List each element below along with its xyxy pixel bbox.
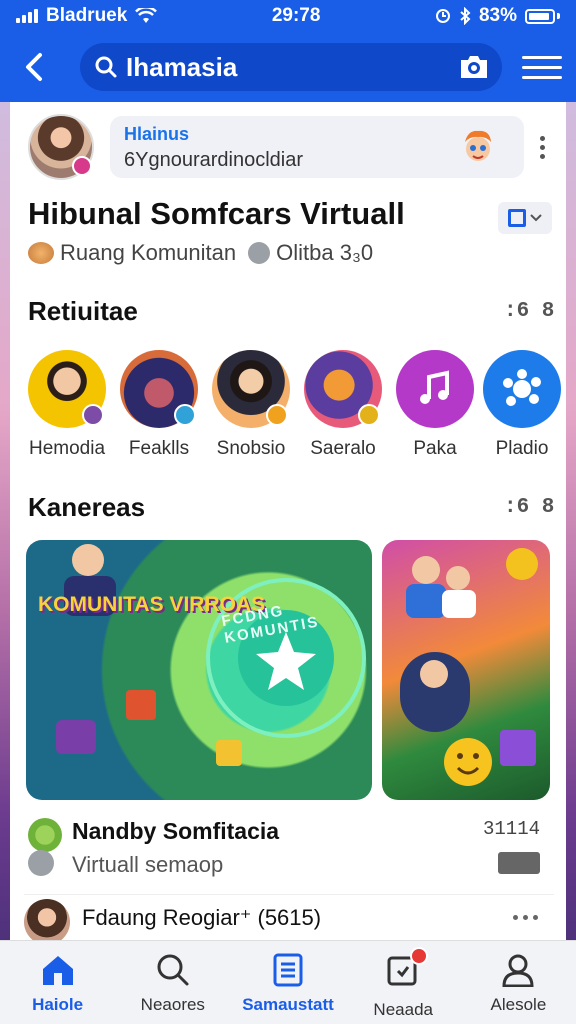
- app-bar: Ihamasia: [0, 32, 576, 102]
- battery-icon: [524, 8, 555, 24]
- notifications-icon-wrap: [386, 947, 429, 992]
- camera-icon: [461, 56, 487, 78]
- list-item-count: 31114: [482, 818, 540, 840]
- story-badge: [174, 404, 196, 426]
- nav-label: Alesole: [490, 995, 547, 1014]
- stories-grid-button[interactable]: :6 8: [504, 300, 554, 323]
- cloud-icon: [28, 850, 54, 876]
- list-icon: [273, 953, 303, 987]
- list-item-title: Nandby Somfitacia: [72, 818, 280, 844]
- nav-home[interactable]: Haiole: [0, 941, 115, 1024]
- story-avatar: [212, 350, 290, 428]
- featured-card-art: [56, 544, 366, 766]
- signal-icon: [16, 9, 38, 23]
- story-label: Hemodia: [28, 438, 106, 459]
- list-item-subtitle: Virtuall semaop: [72, 852, 224, 877]
- camera-button[interactable]: [456, 49, 492, 85]
- profile-card-subtitle: 6Ygnourardinocldiar: [124, 149, 304, 171]
- group-icon: [28, 818, 62, 852]
- chevron-down-icon: [530, 214, 542, 222]
- story-avatar: [120, 350, 198, 428]
- group-title: Hibunal Somfcars Virtuall: [28, 196, 405, 231]
- nav-label: Neaores: [140, 995, 205, 1014]
- nav-search[interactable]: Neaores: [115, 941, 230, 1024]
- search-icon: [157, 954, 189, 986]
- nav-notifications[interactable]: Neaada: [346, 941, 461, 1024]
- wifi-icon: [135, 8, 158, 23]
- avatar-status-badge: [72, 156, 92, 176]
- group-meta-text: Ruang Komunitan: [60, 240, 237, 265]
- bottom-nav: Haiole Neaores Samaustatt Neaada Alesole: [0, 940, 576, 1024]
- home-icon: [42, 956, 73, 985]
- cartoon-avatar-icon: [465, 130, 491, 161]
- story-item[interactable]: Feaklls: [119, 350, 199, 460]
- bluetooth-icon: [460, 7, 471, 25]
- story-item[interactable]: Hemodia: [27, 350, 107, 460]
- list-item[interactable]: Fdaung Reogiar⁺ (5615): [24, 894, 554, 940]
- nav-label: Haiole: [32, 995, 84, 1014]
- status-bar: Bladruek 29:78 83%: [0, 0, 576, 32]
- story-badge: [358, 404, 380, 426]
- battery-percent: 83%: [478, 5, 517, 26]
- story-label: Snobsio: [216, 438, 286, 459]
- community-icon: [28, 242, 54, 264]
- back-button[interactable]: [14, 46, 56, 88]
- search-icon: [95, 56, 117, 78]
- list-item-tag: [498, 852, 540, 874]
- story-avatar: [28, 350, 106, 428]
- nav-label: Neaada: [373, 1000, 433, 1019]
- profile-card[interactable]: Hlainus 6Ygnourardinocldiar: [110, 116, 524, 178]
- list-item[interactable]: Nandby Somfitacia Virtuall semaop 31114: [28, 814, 550, 884]
- nav-list[interactable]: Samaustatt: [230, 941, 345, 1024]
- status-right: 83%: [435, 5, 560, 27]
- story-label: Paka: [413, 438, 457, 459]
- story-item[interactable]: Pladio: [482, 350, 562, 460]
- alarm-icon: [435, 9, 450, 23]
- featured-section-title: Kanereas: [28, 492, 146, 522]
- profile-card-title: Hlainus: [124, 124, 190, 144]
- nav-profile[interactable]: Alesole: [461, 941, 576, 1024]
- profile-icon: [502, 954, 534, 987]
- search-input[interactable]: Ihamasia: [80, 43, 502, 91]
- more-options-button[interactable]: [513, 915, 538, 920]
- story-item[interactable]: Saeralo: [303, 350, 383, 460]
- group-select-chip[interactable]: [498, 202, 552, 234]
- story-item[interactable]: Snobsio: [211, 350, 291, 460]
- group-meta-count: Olitba 3₃0: [276, 240, 374, 265]
- avatar: [24, 899, 70, 940]
- status-time: 29:78: [271, 5, 321, 26]
- story-badge: [82, 404, 104, 426]
- story-label: Feaklls: [128, 438, 190, 459]
- carrier-name: Bladruek: [46, 5, 128, 26]
- nav-label: Samaustatt: [242, 995, 334, 1014]
- story-avatar: [483, 350, 561, 428]
- secondary-card-art: [400, 548, 538, 786]
- story-item[interactable]: Paka: [395, 350, 475, 460]
- search-query: Ihamasia: [126, 51, 238, 82]
- pin-icon: [248, 242, 271, 264]
- square-icon: [508, 209, 526, 227]
- content-sheet: Hlainus 6Ygnourardinocldiar Hibunal Somf…: [10, 102, 566, 940]
- stories-section-title: Retiuitae: [28, 296, 138, 326]
- more-options-button[interactable]: [540, 136, 546, 159]
- story-label: Saeralo: [310, 438, 376, 459]
- list-item-title: Fdaung Reogiar⁺ (5615): [82, 905, 322, 930]
- music-note-icon: [420, 370, 449, 404]
- menu-button[interactable]: [522, 47, 562, 87]
- chevron-left-icon: [26, 53, 42, 81]
- featured-grid-button[interactable]: :6 8: [504, 496, 554, 519]
- story-avatar: [304, 350, 382, 428]
- story-avatar: [396, 350, 474, 428]
- splash-icon: [503, 369, 541, 406]
- featured-card[interactable]: KOMUNITAS VIRROAS FCDNG KOMUNTIS: [26, 540, 372, 800]
- group-meta: Ruang Komunitan Olitba 3₃0: [28, 240, 373, 266]
- status-left: Bladruek: [16, 5, 158, 27]
- story-badge: [266, 404, 288, 426]
- story-label: Pladio: [495, 438, 549, 459]
- featured-card-secondary[interactable]: [382, 540, 550, 800]
- notification-badge: [410, 947, 429, 965]
